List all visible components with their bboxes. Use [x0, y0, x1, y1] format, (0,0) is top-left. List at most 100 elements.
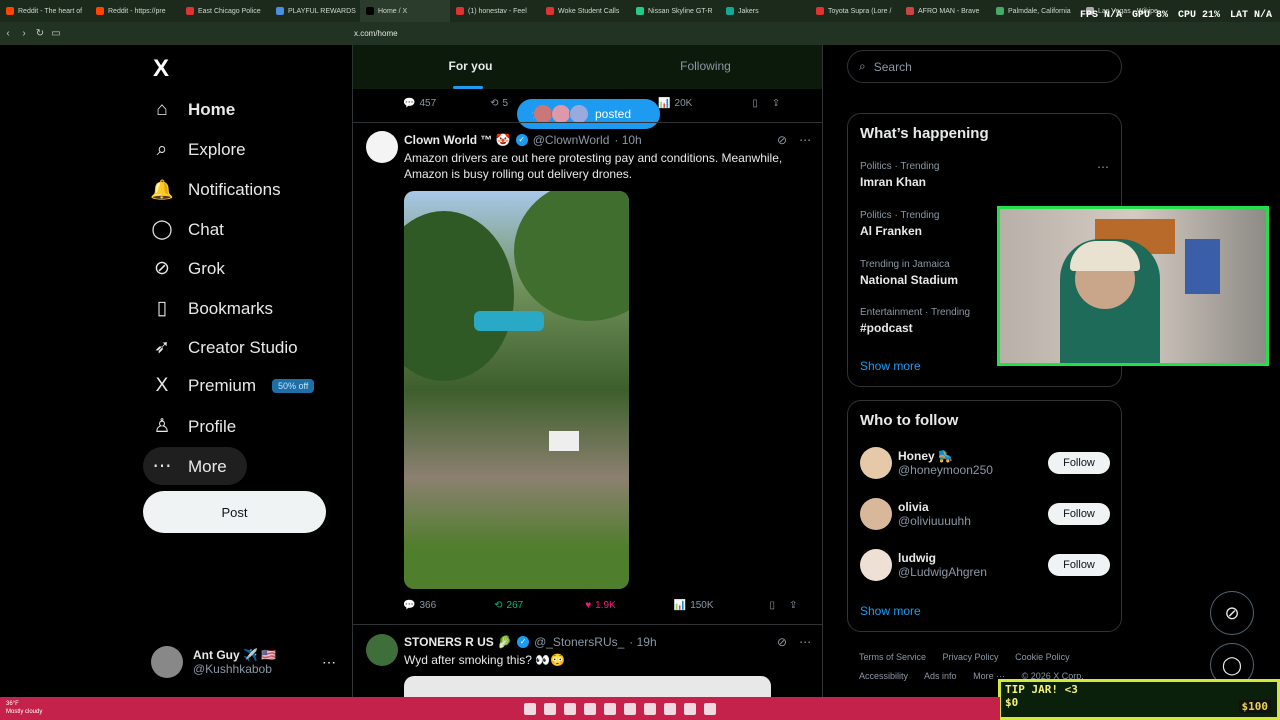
more-icon[interactable]: ⋯: [1097, 160, 1109, 174]
browser-tab[interactable]: Nissan Skyline GT-R: [630, 0, 720, 22]
taskbar-app-icon[interactable]: [604, 702, 616, 715]
follow-button[interactable]: Follow: [1048, 452, 1110, 474]
who-to-follow-panel: Who to follow Honey 🛼 @honeymoon250 Follo…: [847, 400, 1122, 632]
more-icon[interactable]: ⋯: [799, 635, 811, 649]
grok-fab-icon[interactable]: ⊘: [1210, 591, 1254, 635]
follow-suggestion[interactable]: olivia @oliviuuuuhh Follow: [860, 496, 1110, 532]
author-name[interactable]: STONERS R US 🥬: [404, 635, 512, 649]
browser-tab[interactable]: Jakers: [720, 0, 810, 22]
taskbar-app-icon[interactable]: [664, 702, 676, 715]
sidebar-item-explore[interactable]: ⌕ Explore: [150, 139, 246, 161]
repost-button[interactable]: ⟲ 5: [490, 98, 508, 109]
tweet-header: Clown World ™ 🤡 ✓ @ClownWorld · 10h: [404, 133, 642, 147]
back-icon[interactable]: ‹: [0, 28, 16, 39]
url-input[interactable]: x.com/home: [354, 29, 398, 38]
trend-item[interactable]: Politics · Trending Imran Khan: [860, 161, 939, 189]
gpu-readout: GPU 8%: [1131, 10, 1168, 21]
new-posts-pill[interactable]: ↑ posted: [517, 99, 660, 129]
tweet-time[interactable]: · 19h: [629, 635, 656, 649]
trend-item[interactable]: Entertainment · Trending #podcast: [860, 307, 970, 335]
sidebar-icon[interactable]: ▭: [48, 28, 64, 39]
browser-tab[interactable]: (1) honestav - Feel: [450, 0, 540, 22]
sidebar-item-more[interactable]: ⋯ More: [150, 455, 227, 478]
tab-following[interactable]: Following: [588, 45, 822, 89]
reload-icon[interactable]: ↻: [32, 28, 48, 39]
follow-button[interactable]: Follow: [1048, 503, 1110, 525]
verified-icon: ✓: [515, 134, 528, 146]
repost-button[interactable]: ⟲ 267: [494, 600, 523, 611]
follow-suggestion[interactable]: Honey 🛼 @honeymoon250 Follow: [860, 445, 1110, 481]
grok-icon[interactable]: ⊘: [777, 133, 787, 147]
author-handle[interactable]: @ClownWorld: [533, 133, 610, 147]
sidebar-item-premium[interactable]: X Premium 50% off: [150, 375, 315, 397]
browser-tab[interactable]: PLAYFUL REWARDS: [270, 0, 360, 22]
avatar[interactable]: [366, 131, 398, 163]
trend-item[interactable]: Politics · Trending Al Franken: [860, 210, 939, 238]
sidebar-item-chat[interactable]: ◯ Chat: [150, 218, 224, 241]
author-name[interactable]: Clown World ™ 🤡: [404, 133, 511, 147]
taskbar-app-icon[interactable]: [544, 702, 556, 715]
bookmark-icon[interactable]: ▯: [752, 98, 758, 109]
trend-item[interactable]: Trending in Jamaica National Stadium: [860, 259, 958, 287]
bookmark-icon[interactable]: ▯: [770, 600, 776, 611]
browser-tab[interactable]: East Chicago Police: [180, 0, 270, 22]
sidebar-item-bookmarks[interactable]: ▯ Bookmarks: [150, 297, 273, 320]
taskbar-app-icon[interactable]: [584, 702, 596, 715]
follow-suggestion[interactable]: ludwig @LudwigAhgren Follow: [860, 547, 1110, 583]
browser-tab[interactable]: Home / X: [360, 0, 450, 22]
poster: [1185, 239, 1220, 294]
show-more-link[interactable]: Show more: [860, 604, 921, 618]
taskbar-app-icon[interactable]: [644, 702, 656, 715]
tweet-time[interactable]: · 10h: [614, 133, 641, 147]
footer-link[interactable]: Cookie Policy: [1015, 652, 1070, 662]
tab-for-you[interactable]: For you: [353, 45, 588, 89]
footer-link[interactable]: Privacy Policy: [943, 652, 999, 662]
tweet-media[interactable]: [404, 191, 629, 589]
sidebar-item-profile[interactable]: ♙ Profile: [150, 415, 236, 438]
browser-tab[interactable]: Reddit - The heart of: [0, 0, 90, 22]
footer-link[interactable]: Ads info: [924, 671, 957, 681]
x-logo[interactable]: X: [153, 55, 169, 83]
forward-icon[interactable]: ›: [16, 28, 32, 39]
share-icon[interactable]: ⇪: [789, 600, 797, 611]
taskbar-app-icon[interactable]: [704, 702, 716, 715]
views-button[interactable]: 📊 20K: [658, 98, 692, 109]
reply-icon: 💬: [403, 600, 416, 611]
post-button[interactable]: Post: [143, 491, 326, 533]
reply-button[interactable]: 💬 366: [403, 600, 436, 611]
sidebar-item-creator-studio[interactable]: ➶ Creator Studio: [150, 336, 298, 359]
browser-tab[interactable]: Palmdale, California: [990, 0, 1080, 22]
browser-tab[interactable]: Reddit - https://pre: [90, 0, 180, 22]
avatar[interactable]: [366, 634, 398, 666]
taskbar-app-icon[interactable]: [564, 702, 576, 715]
share-icon[interactable]: ⇪: [772, 98, 780, 109]
reply-button[interactable]: 💬 457: [403, 98, 436, 109]
feed-column: For you Following 💬457 ⟲5 📊20K ▯ ⇪ ↑ pos…: [352, 45, 823, 720]
like-button[interactable]: ♥ 1.9K: [585, 600, 616, 611]
favicon-icon: [456, 7, 464, 15]
browser-tab[interactable]: AFRO MAN - Brave: [900, 0, 990, 22]
views-button[interactable]: 📊 150K: [674, 600, 714, 611]
grok-icon[interactable]: ⊘: [777, 635, 787, 649]
discount-badge: 50% off: [272, 379, 315, 393]
browser-tab[interactable]: Toyota Supra (Lore /: [810, 0, 900, 22]
grok-icon: ⊘: [154, 258, 170, 279]
sidebar-item-home[interactable]: ⌂ Home: [150, 99, 235, 121]
follow-button[interactable]: Follow: [1048, 554, 1110, 576]
repost-icon: ⟲: [490, 98, 499, 109]
browser-tab[interactable]: Woke Student Calls: [540, 0, 630, 22]
taskbar-app-icon[interactable]: [624, 702, 636, 715]
account-switcher[interactable]: Ant Guy ✈️ 🇺🇸 @Kushhkabob: [151, 646, 276, 678]
show-more-link[interactable]: Show more: [860, 359, 921, 373]
weather-widget[interactable]: 36°F Mostly cloudy: [6, 700, 42, 716]
search-input[interactable]: ⌕ Search: [847, 50, 1122, 83]
account-menu-icon[interactable]: ⋯: [322, 654, 336, 671]
sidebar-item-notifications[interactable]: 🔔 Notifications: [150, 178, 280, 202]
sidebar-item-grok[interactable]: ⊘ Grok: [150, 257, 225, 280]
more-icon[interactable]: ⋯: [799, 133, 811, 147]
author-handle[interactable]: @_StonersRUs_: [534, 635, 624, 649]
footer-link[interactable]: Terms of Service: [859, 652, 926, 662]
taskbar-app-icon[interactable]: [524, 702, 536, 715]
footer-link[interactable]: Accessibility: [859, 671, 908, 681]
taskbar-app-icon[interactable]: [684, 702, 696, 715]
